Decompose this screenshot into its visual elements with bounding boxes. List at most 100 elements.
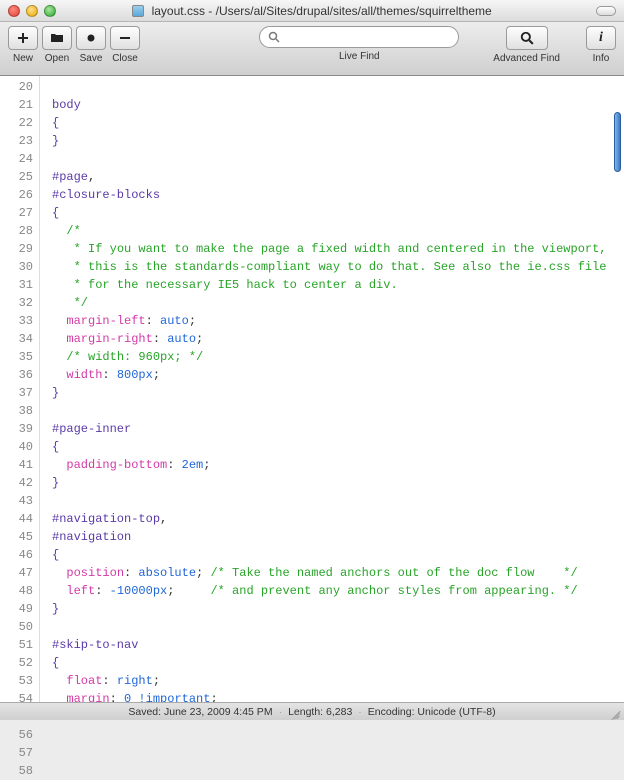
save-label: Save	[76, 53, 106, 64]
info-label: Info	[593, 53, 610, 64]
code-content[interactable]: body{} #page,#closure-blocks{ /* * If yo…	[40, 76, 624, 702]
code-line: {	[52, 114, 624, 132]
close-button[interactable]	[110, 26, 140, 50]
status-saved: Saved: June 23, 2009 4:45 PM	[128, 706, 272, 718]
line-number: 56	[0, 726, 39, 744]
line-number: 35	[0, 348, 39, 366]
code-line: * If you want to make the page a fixed w…	[52, 240, 624, 258]
code-line: */	[52, 294, 624, 312]
minus-icon	[119, 32, 131, 44]
line-number: 28	[0, 222, 39, 240]
toolbar-toggle-button[interactable]	[596, 6, 616, 16]
open-label: Open	[42, 53, 72, 64]
line-number: 48	[0, 582, 39, 600]
live-find-group: Live Find	[259, 26, 459, 62]
line-number: 40	[0, 438, 39, 456]
code-line: padding-bottom: 2em;	[52, 456, 624, 474]
status-separator: ·	[358, 706, 362, 718]
line-number: 58	[0, 762, 39, 780]
code-line: {	[52, 204, 624, 222]
code-line: {	[52, 438, 624, 456]
line-number: 20	[0, 78, 39, 96]
code-line: #skip-to-nav	[52, 636, 624, 654]
minimize-window-button[interactable]	[26, 5, 38, 17]
dot-icon	[86, 33, 96, 43]
line-number: 41	[0, 456, 39, 474]
plus-icon	[17, 32, 29, 44]
line-number: 33	[0, 312, 39, 330]
code-line: * for the necessary IE5 hack to center a…	[52, 276, 624, 294]
info-icon: i	[599, 30, 603, 46]
magnifier-icon	[520, 31, 534, 45]
code-line: margin-left: auto;	[52, 312, 624, 330]
line-number: 57	[0, 744, 39, 762]
code-line: /* width: 960px; */	[52, 348, 624, 366]
code-line: }	[52, 474, 624, 492]
vertical-scrollbar-thumb[interactable]	[614, 112, 621, 172]
code-line: left: -10000px; /* and prevent any ancho…	[52, 582, 624, 600]
line-number: 32	[0, 294, 39, 312]
advanced-find-label: Advanced Find	[493, 53, 560, 64]
live-find-label: Live Find	[339, 51, 380, 62]
code-line: margin: 0 !important;	[52, 690, 624, 702]
code-line: position: absolute; /* Take the named an…	[52, 564, 624, 582]
window-title: layout.css - /Users/al/Sites/drupal/site…	[0, 4, 624, 18]
zoom-window-button[interactable]	[44, 5, 56, 17]
line-number: 26	[0, 186, 39, 204]
info-button[interactable]: i	[586, 26, 616, 50]
titlebar-right	[596, 6, 624, 16]
code-line	[52, 492, 624, 510]
resize-grip[interactable]	[610, 706, 622, 718]
line-number: 31	[0, 276, 39, 294]
code-line: * this is the standards-compliant way to…	[52, 258, 624, 276]
new-button[interactable]	[8, 26, 38, 50]
line-number: 22	[0, 114, 39, 132]
line-number: 36	[0, 366, 39, 384]
code-line: }	[52, 600, 624, 618]
code-line: width: 800px;	[52, 366, 624, 384]
code-line: #page-inner	[52, 420, 624, 438]
code-line: #page,	[52, 168, 624, 186]
window-titlebar: layout.css - /Users/al/Sites/drupal/site…	[0, 0, 624, 22]
line-number: 45	[0, 528, 39, 546]
code-line: float: right;	[52, 672, 624, 690]
line-number: 30	[0, 258, 39, 276]
line-number: 53	[0, 672, 39, 690]
save-button[interactable]	[76, 26, 106, 50]
info-group: i Info	[586, 26, 616, 64]
code-line	[52, 150, 624, 168]
line-number: 34	[0, 330, 39, 348]
line-number: 50	[0, 618, 39, 636]
line-number: 21	[0, 96, 39, 114]
line-number: 24	[0, 150, 39, 168]
close-window-button[interactable]	[8, 5, 20, 17]
code-line: {	[52, 654, 624, 672]
status-bar: Saved: June 23, 2009 4:45 PM · Length: 6…	[0, 702, 624, 720]
advanced-find-button[interactable]	[506, 26, 548, 50]
editor-area: 2021222324252627282930313233343536373839…	[0, 76, 624, 702]
toolbar-file-group: New Open Save Close	[8, 26, 140, 64]
line-number: 49	[0, 600, 39, 618]
code-line	[52, 402, 624, 420]
line-number: 37	[0, 384, 39, 402]
code-line: #navigation	[52, 528, 624, 546]
line-number: 46	[0, 546, 39, 564]
live-find-input[interactable]	[259, 26, 459, 48]
code-line: body	[52, 96, 624, 114]
line-number: 44	[0, 510, 39, 528]
line-number: 51	[0, 636, 39, 654]
status-separator: ·	[279, 706, 283, 718]
code-line: margin-right: auto;	[52, 330, 624, 348]
line-number: 43	[0, 492, 39, 510]
new-label: New	[8, 53, 38, 64]
line-number: 42	[0, 474, 39, 492]
toolbar: New Open Save Close Live Find Advanced F…	[0, 22, 624, 76]
folder-icon	[50, 32, 64, 44]
code-line: }	[52, 384, 624, 402]
close-label: Close	[110, 53, 140, 64]
magnifier-icon	[268, 31, 280, 43]
line-number: 25	[0, 168, 39, 186]
status-encoding: Encoding: Unicode (UTF-8)	[368, 706, 496, 718]
open-button[interactable]	[42, 26, 72, 50]
code-line: #closure-blocks	[52, 186, 624, 204]
